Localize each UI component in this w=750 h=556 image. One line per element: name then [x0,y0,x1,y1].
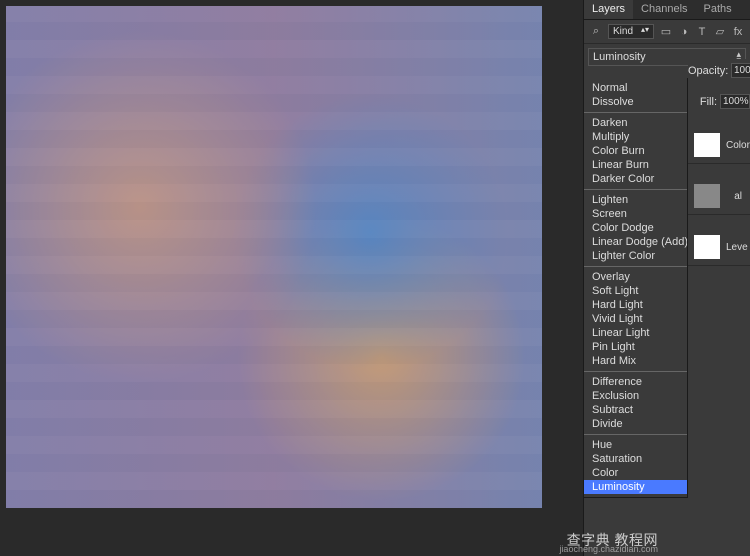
watermark-url: jiaocheng.chazidian.com [559,544,658,554]
blend-mode-option[interactable]: Hard Mix [584,354,687,368]
smart-filter-icon[interactable]: fx [732,25,744,39]
tab-channels[interactable]: Channels [633,0,695,19]
blend-mode-option[interactable]: Color [584,466,687,480]
blend-mode-option[interactable]: Darken [584,116,687,130]
pixel-filter-icon[interactable]: ▭ [660,25,672,39]
layer-row[interactable]: Leve [688,229,750,266]
blend-mode-option[interactable]: Hue [584,438,687,452]
adjust-filter-icon[interactable]: ◑ [678,25,690,39]
layer-thumbnail [694,235,720,259]
blend-mode-option[interactable]: Subtract [584,403,687,417]
tab-paths[interactable]: Paths [696,0,740,19]
panel-tabs: Layers Channels Paths [584,0,750,20]
blend-mode-option[interactable]: Dissolve [584,95,687,109]
layer-thumbnail [694,184,720,208]
opacity-label: Opacity: [688,65,728,77]
blend-mode-option[interactable]: Linear Burn [584,158,687,172]
filter-row: ⌕ Kind ▴▾ ▭ ◑ T ▱ fx [584,20,750,44]
blend-mode-option[interactable]: Darker Color [584,172,687,186]
opacity-fill-area: Opacity: 100% Fill: 100% Color al Leve [688,59,750,266]
fill-value-input[interactable]: 100% [720,94,750,109]
blend-mode-option[interactable]: Divide [584,417,687,431]
chevron-updown-icon: ▴▾ [641,26,649,34]
layer-row[interactable]: Color [688,127,750,164]
layer-list: Color al Leve [688,127,750,266]
blend-mode-option[interactable]: Luminosity [584,480,687,494]
fill-label: Fill: [688,96,717,108]
fill-row: Fill: 100% [688,90,750,113]
blend-mode-option[interactable]: Multiply [584,130,687,144]
shape-filter-icon[interactable]: ▱ [714,25,726,39]
blend-mode-option[interactable]: Normal [584,81,687,95]
layer-label: al [726,191,744,202]
blend-mode-option[interactable]: Overlay [584,270,687,284]
document-canvas[interactable] [6,6,542,508]
blend-mode-option[interactable]: Linear Light [584,326,687,340]
blend-mode-option[interactable]: Vivid Light [584,312,687,326]
blend-mode-list[interactable]: NormalDissolveDarkenMultiplyColor BurnLi… [583,78,688,498]
filter-kind-dropdown[interactable]: Kind ▴▾ [608,24,654,39]
blend-mode-option[interactable]: Exclusion [584,389,687,403]
workspace [0,0,583,556]
blend-mode-option[interactable]: Lighten [584,193,687,207]
blend-mode-option[interactable]: Color Dodge [584,221,687,235]
blend-mode-option[interactable]: Hard Light [584,298,687,312]
filter-kind-label: Kind [613,26,633,37]
blend-mode-option[interactable]: Difference [584,375,687,389]
blend-mode-option[interactable]: Screen [584,207,687,221]
blend-mode-option[interactable]: Saturation [584,452,687,466]
blend-mode-option[interactable]: Soft Light [584,284,687,298]
opacity-value-input[interactable]: 100% [731,63,750,78]
blend-mode-current: Luminosity [593,51,646,63]
blend-mode-option[interactable]: Linear Dodge (Add) [584,235,687,249]
layer-row[interactable]: al [688,178,750,215]
type-filter-icon[interactable]: T [696,25,708,39]
layer-thumbnail [694,133,720,157]
blend-mode-option[interactable]: Color Burn [584,144,687,158]
blend-mode-option[interactable]: Pin Light [584,340,687,354]
opacity-row: Opacity: 100% [688,59,750,82]
search-icon: ⌕ [590,25,602,39]
blend-mode-option[interactable]: Lighter Color [584,249,687,263]
layer-label: Leve [726,242,750,253]
layer-label: Color [726,140,750,151]
tab-layers[interactable]: Layers [584,0,633,19]
